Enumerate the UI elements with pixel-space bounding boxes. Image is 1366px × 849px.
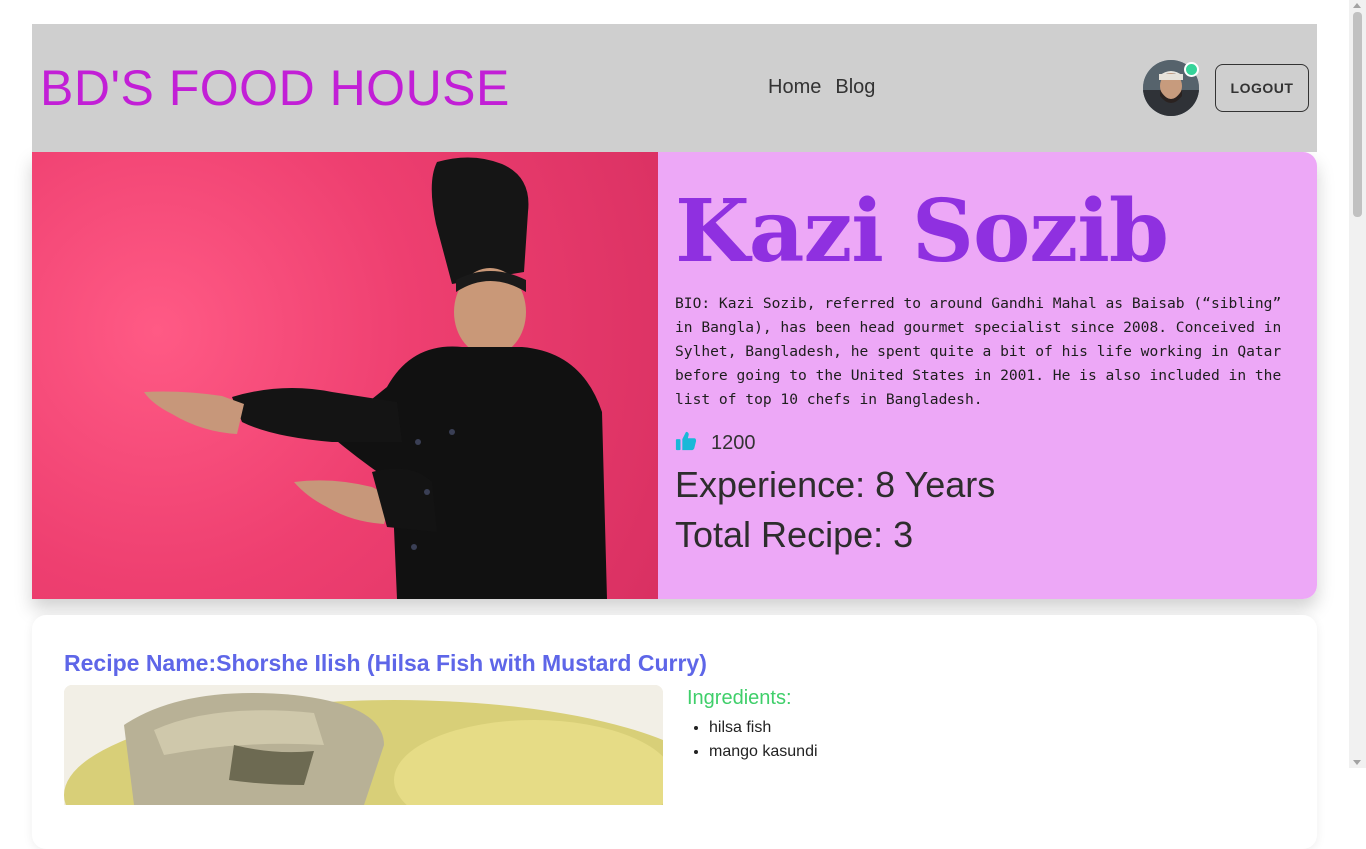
likes-row: 1200 <box>675 430 1317 457</box>
user-avatar[interactable] <box>1143 60 1199 116</box>
likes-count: 1200 <box>711 432 756 454</box>
recipe-image <box>64 685 663 805</box>
logout-button[interactable]: LOGOUT <box>1215 64 1309 112</box>
recipe-title: Recipe Name:Shorshe Ilish (Hilsa Fish wi… <box>64 650 707 676</box>
ingredient-item: hilsa fish <box>709 716 818 740</box>
ingredients-list: hilsa fish mango kasundi <box>687 716 818 764</box>
recipe-body: Ingredients: hilsa fish mango kasundi <box>64 685 1285 805</box>
ingredient-item: mango kasundi <box>709 740 818 764</box>
total-recipe-stat: Total Recipe: 3 <box>675 514 914 555</box>
chef-hero-card: Kazi Sozib BIO: Kazi Sozib, referred to … <box>32 152 1317 599</box>
chef-info-panel: Kazi Sozib BIO: Kazi Sozib, referred to … <box>658 152 1317 599</box>
nav-links: Home Blog <box>768 76 875 99</box>
scroll-up-arrow-icon[interactable] <box>1353 3 1361 8</box>
chef-bio: BIO: Kazi Sozib, referred to around Gand… <box>675 295 1282 408</box>
vertical-scrollbar[interactable] <box>1349 0 1366 768</box>
nav-home-link[interactable]: Home <box>768 76 821 99</box>
navbar: BD'S FOOD HOUSE Home Blog LOGOUT <box>32 24 1317 152</box>
experience-stat: Experience: 8 Years <box>675 464 996 505</box>
chef-photo <box>32 152 658 599</box>
chef-name: Kazi Sozib <box>675 181 1169 282</box>
online-status-dot <box>1184 62 1199 77</box>
recipe-card: Recipe Name:Shorshe Ilish (Hilsa Fish wi… <box>32 615 1317 849</box>
thumbs-up-icon[interactable] <box>675 430 697 457</box>
ingredients-title: Ingredients: <box>687 687 792 709</box>
page: BD'S FOOD HOUSE Home Blog LOGOUT Kazi So… <box>32 24 1317 849</box>
brand-logo[interactable]: BD'S FOOD HOUSE <box>40 60 510 116</box>
scroll-down-arrow-icon[interactable] <box>1353 760 1361 765</box>
ingredients-section: Ingredients: hilsa fish mango kasundi <box>687 685 818 805</box>
nav-blog-link[interactable]: Blog <box>835 76 875 99</box>
scrollbar-thumb[interactable] <box>1353 12 1362 217</box>
